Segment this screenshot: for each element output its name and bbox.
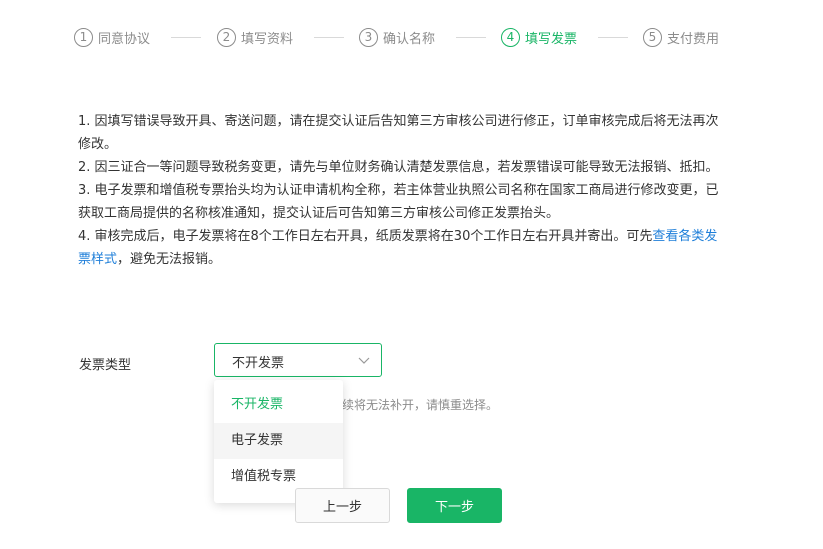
step-fill-invoice: 4 填写发票 [501,25,577,49]
option-electronic-invoice[interactable]: 电子发票 [214,423,343,459]
step-connector [598,37,628,38]
notice-item-4: 4. 审核完成后，电子发票将在8个工作日左右开具，纸质发票将在30个工作日左右开… [78,225,720,271]
step-label: 确认名称 [383,31,436,47]
step-pay: 5 支付费用 [643,25,719,49]
invoice-type-value: 不开发票 [232,356,285,371]
step-confirm-name: 3 确认名称 [359,25,435,49]
invoice-type-dropdown: 不开发票 电子发票 增值税专票 [214,380,343,503]
step-label: 支付费用 [667,31,720,47]
notice-item-4-tail: ，避免无法报销。 [117,252,222,267]
invoice-notice: 1. 因填写错误导致开具、寄送问题，请在提交认证后告知第三方审核公司进行修正，订… [78,110,720,271]
notice-item-1: 1. 因填写错误导致开具、寄送问题，请在提交认证后告知第三方审核公司进行修正，订… [78,114,719,152]
next-step-button[interactable]: 下一步 [407,488,502,523]
invoice-type-hint: 续将无法补开，请慎重选择。 [342,398,499,412]
step-connector [171,37,201,38]
invoice-type-select[interactable]: 不开发票 [214,343,382,377]
step-label: 同意协议 [98,31,151,47]
invoice-type-label: 发票类型 [79,358,132,373]
step-label: 填写发票 [525,31,578,47]
step-fill-info: 2 填写资料 [217,25,293,49]
step-number-circle: 4 [501,27,520,47]
step-agreement: 1 同意协议 [74,25,150,49]
step-label: 填写资料 [241,31,294,47]
step-number-circle: 3 [359,27,378,47]
step-connector [456,37,486,38]
step-number-circle: 2 [217,27,236,47]
step-number-circle: 1 [74,27,93,47]
step-connector [314,37,344,38]
notice-item-2: 2. 因三证合一等问题导致税务变更，请先与单位财务确认清楚发票信息，若发票错误可… [78,160,719,175]
prev-step-button[interactable]: 上一步 [295,488,390,523]
option-no-invoice[interactable]: 不开发票 [214,387,343,423]
chevron-down-icon [358,357,370,364]
step-number-circle: 5 [643,27,662,47]
notice-item-3: 3. 电子发票和增值税专票抬头均为认证申请机构全称，若主体营业执照公司名称在国家… [78,183,719,221]
notice-item-4-text: 4. 审核完成后，电子发票将在8个工作日左右开具，纸质发票将在30个工作日左右开… [78,229,653,244]
